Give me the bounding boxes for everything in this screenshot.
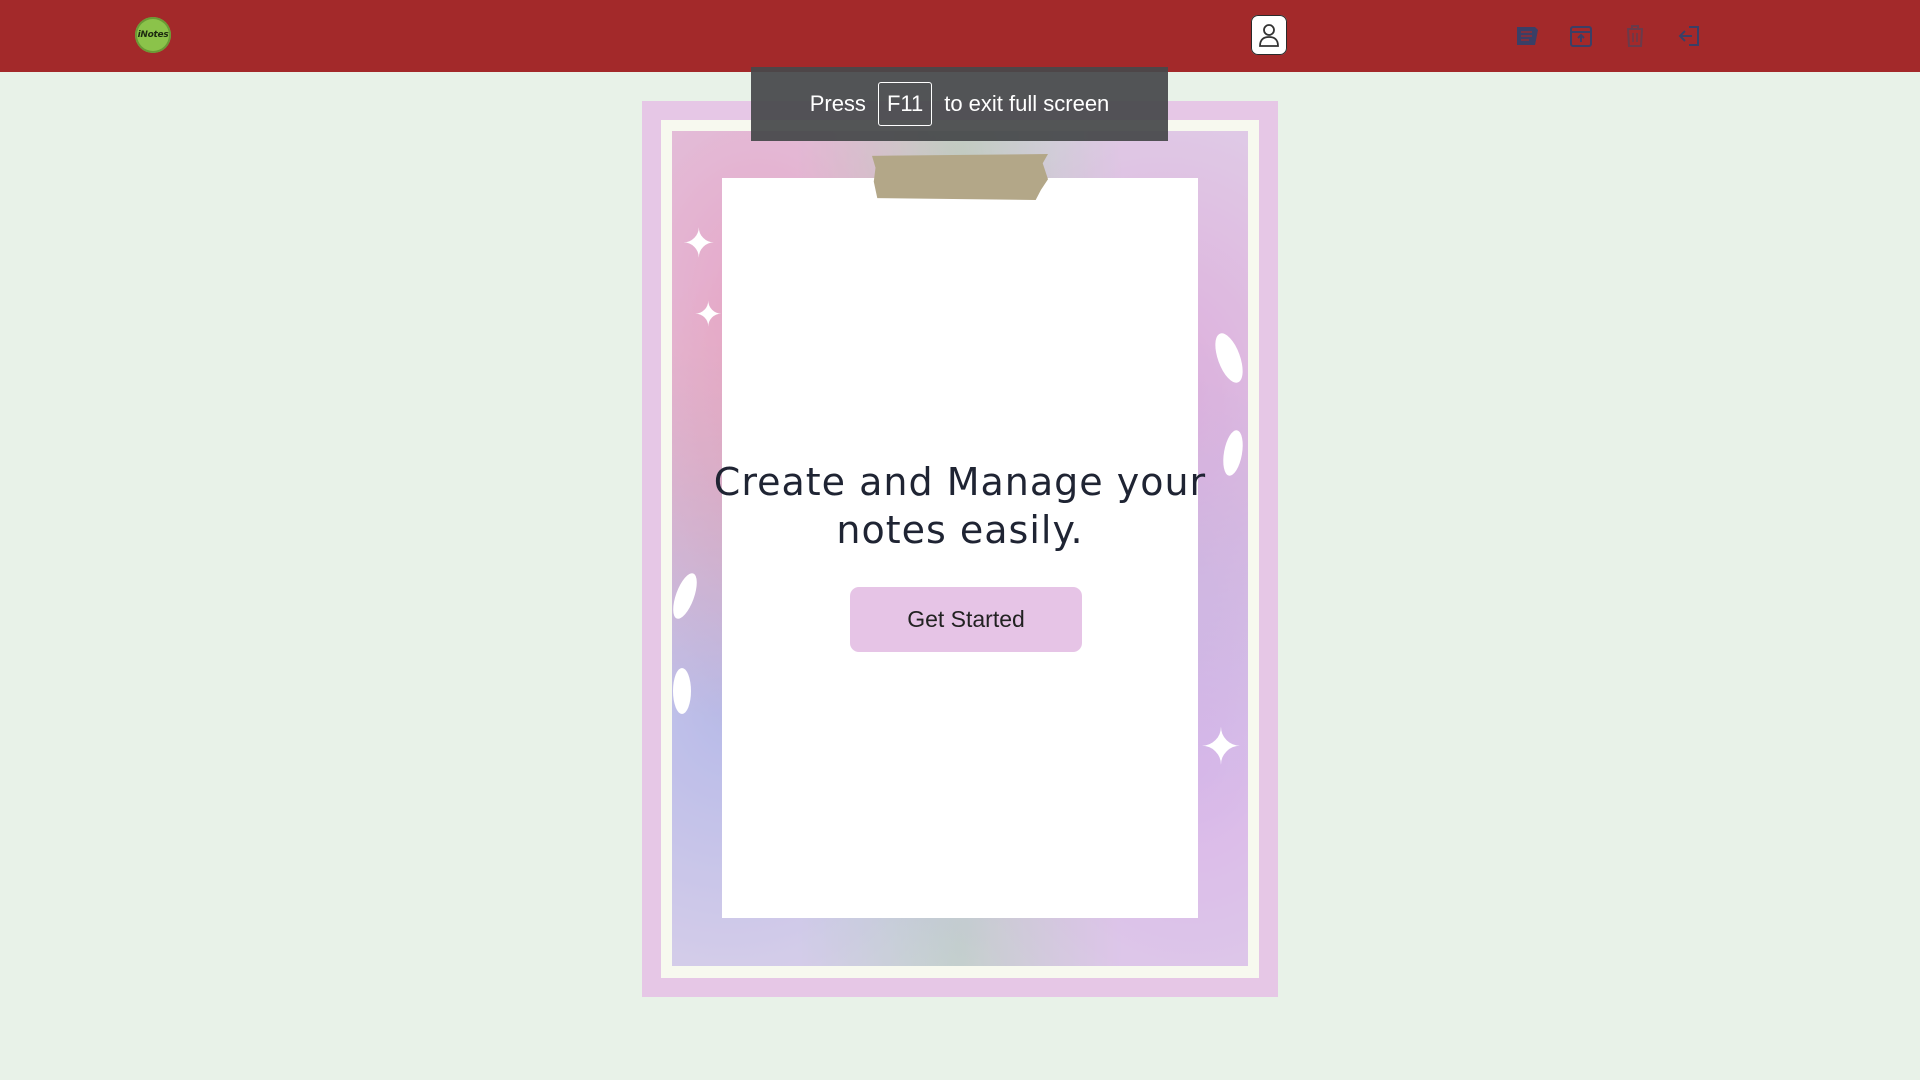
trash-button[interactable] (1615, 15, 1655, 57)
decor-blob (673, 668, 691, 714)
hero-headline: Create and Manage your notes easily. (690, 458, 1230, 554)
notes-button[interactable] (1507, 15, 1547, 57)
logo-text: iNotes (137, 30, 169, 40)
archive-button[interactable] (1561, 15, 1601, 57)
toast-prefix: Press (809, 91, 866, 116)
profile-icon (1257, 22, 1281, 48)
top-navbar: iNotes (0, 0, 1920, 72)
trash-icon (1623, 23, 1647, 49)
archive-icon (1568, 23, 1594, 49)
sparkle-icon: ✦ (1200, 718, 1242, 776)
sparkle-icon: ✦ (682, 221, 716, 267)
app-logo[interactable]: iNotes (135, 17, 171, 53)
tape-strip (872, 154, 1048, 200)
toast-key: F11 (877, 82, 933, 126)
toast-suffix: to exit full screen (944, 91, 1110, 116)
notes-icon (1514, 23, 1540, 49)
logout-button[interactable] (1669, 15, 1709, 57)
fullscreen-toast: Press F11 to exit full screen (751, 67, 1168, 141)
profile-button[interactable] (1251, 15, 1287, 55)
hero-headline-line2: notes easily. (836, 508, 1084, 552)
logout-icon (1676, 23, 1702, 49)
get-started-button[interactable]: Get Started (850, 587, 1082, 652)
hero-headline-line1: Create and Manage your (713, 460, 1207, 504)
sparkle-icon: ✦ (694, 295, 723, 335)
